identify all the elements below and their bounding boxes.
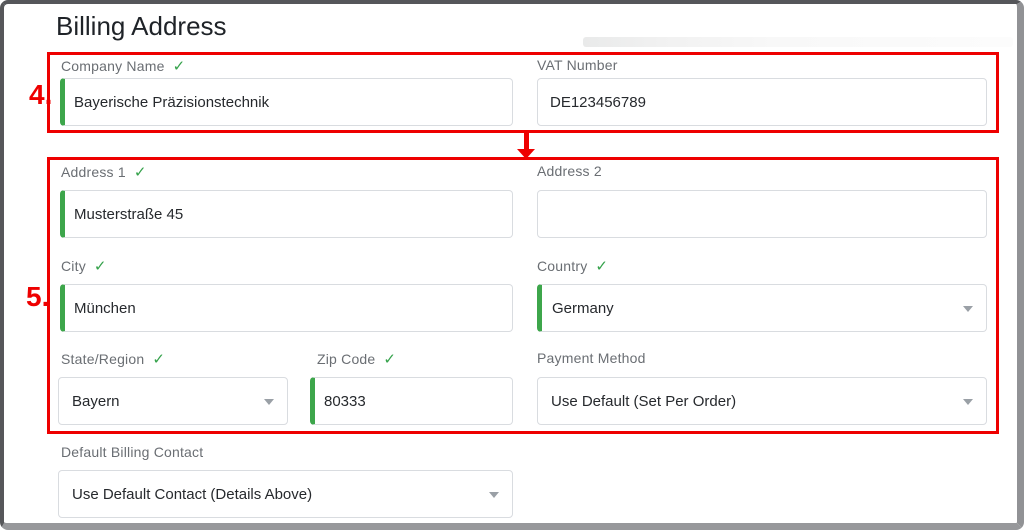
address2-label-text: Address 2 [537, 163, 602, 179]
chevron-down-icon [264, 399, 274, 405]
company-name-label-text: Company Name [61, 58, 165, 74]
header-shadow [583, 37, 1013, 47]
vat-number-label-text: VAT Number [537, 57, 618, 73]
annotation-arrow-down-icon [517, 149, 535, 159]
country-label-text: Country [537, 258, 587, 274]
annotation-step5-number: 5. [26, 281, 49, 313]
chevron-down-icon [963, 306, 973, 312]
state-region-label-text: State/Region [61, 351, 144, 367]
company-name-input[interactable] [60, 78, 513, 126]
country-label: Country ✓ [537, 257, 608, 275]
page-title: Billing Address [56, 11, 227, 42]
address2-label: Address 2 [537, 163, 602, 179]
annotation-arrow-shaft [524, 133, 529, 150]
default-billing-contact-select[interactable]: Use Default Contact (Details Above) [58, 470, 513, 518]
zip-code-label: Zip Code ✓ [317, 350, 396, 368]
address2-input[interactable] [537, 190, 987, 238]
payment-method-label: Payment Method [537, 350, 646, 366]
chevron-down-icon [489, 492, 499, 498]
city-label: City ✓ [61, 257, 107, 275]
billing-address-page: Billing Address 4. 5. Company Name ✓ VAT … [0, 0, 1024, 530]
valid-check-icon: ✓ [94, 258, 107, 275]
vat-number-input[interactable] [537, 78, 987, 126]
payment-method-label-text: Payment Method [537, 350, 646, 366]
zip-code-label-text: Zip Code [317, 351, 375, 367]
default-billing-contact-select-value: Use Default Contact (Details Above) [72, 486, 312, 503]
valid-check-icon: ✓ [595, 258, 608, 275]
payment-method-select-value: Use Default (Set Per Order) [551, 393, 736, 410]
address1-label-text: Address 1 [61, 164, 126, 180]
chevron-down-icon [963, 399, 973, 405]
valid-check-icon: ✓ [383, 351, 396, 368]
annotation-step4-number: 4. [29, 79, 52, 111]
vat-number-label: VAT Number [537, 57, 618, 73]
state-region-select[interactable]: Bayern [58, 377, 288, 425]
state-region-label: State/Region ✓ [61, 350, 165, 368]
company-name-label: Company Name ✓ [61, 57, 185, 75]
address1-label: Address 1 ✓ [61, 163, 147, 181]
valid-check-icon: ✓ [152, 351, 165, 368]
payment-method-select[interactable]: Use Default (Set Per Order) [537, 377, 987, 425]
country-select-value: Germany [552, 300, 614, 317]
valid-check-icon: ✓ [173, 58, 186, 75]
state-region-select-value: Bayern [72, 393, 120, 410]
country-select[interactable]: Germany [537, 284, 987, 332]
address1-input[interactable] [60, 190, 513, 238]
default-billing-contact-label: Default Billing Contact [61, 444, 203, 460]
valid-check-icon: ✓ [134, 164, 147, 181]
default-billing-contact-label-text: Default Billing Contact [61, 444, 203, 460]
city-label-text: City [61, 258, 86, 274]
zip-code-input[interactable] [310, 377, 513, 425]
city-input[interactable] [60, 284, 513, 332]
